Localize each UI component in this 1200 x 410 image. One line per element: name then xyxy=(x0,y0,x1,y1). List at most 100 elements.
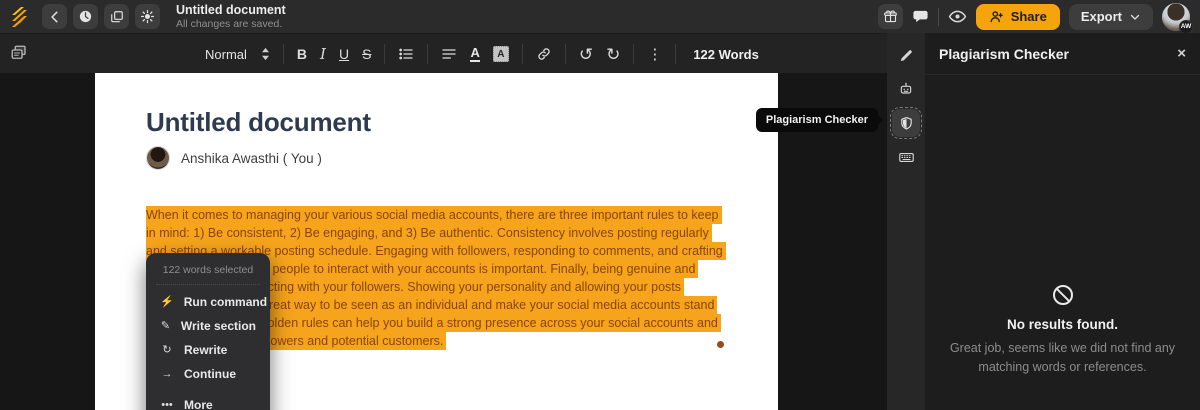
eye-icon xyxy=(948,7,967,26)
list-button[interactable] xyxy=(398,46,414,62)
comments-button[interactable] xyxy=(912,8,929,25)
comment-marker-dot[interactable] xyxy=(717,341,724,348)
menu-item-label: Write section xyxy=(181,319,256,333)
paragraph-style-value: Normal xyxy=(205,47,247,62)
menu-divider xyxy=(156,284,260,285)
share-button-label: Share xyxy=(1011,9,1047,24)
share-button[interactable]: Share xyxy=(976,4,1060,30)
author-avatar xyxy=(146,146,170,170)
underline-button[interactable]: U xyxy=(339,46,349,62)
empty-state: No results found. Great job, seems like … xyxy=(925,283,1200,377)
topbar-divider xyxy=(938,8,939,26)
undo-icon: ↺ xyxy=(579,46,593,63)
lightning-icon: ⚡ xyxy=(160,297,174,308)
selection-count-label: 122 words selected xyxy=(146,260,270,284)
arrow-right-icon: → xyxy=(160,369,174,380)
plagiarism-panel: Plagiarism Checker × No results found. G… xyxy=(925,33,1200,410)
selection-menu-item[interactable]: ••• More xyxy=(146,393,270,410)
avatar-initials-badge: AW xyxy=(1179,20,1193,34)
pencil-icon: ✎ xyxy=(160,321,171,332)
chat-bubble-icon xyxy=(912,8,929,25)
menu-item-label: Continue xyxy=(184,367,236,381)
topbar: Untitled document All changes are saved. xyxy=(0,0,1200,33)
shortcuts-button[interactable] xyxy=(892,143,920,171)
preview-button[interactable] xyxy=(948,7,967,26)
bullet-list-icon xyxy=(398,46,414,62)
copy-pages-icon xyxy=(110,10,124,24)
document-meta: Untitled document All changes are saved. xyxy=(176,3,286,30)
toolbar-divider xyxy=(384,44,385,64)
pencil-icon xyxy=(899,48,914,63)
align-button[interactable] xyxy=(441,46,457,62)
plagiarism-checker-button[interactable] xyxy=(892,109,920,137)
panel-title: Plagiarism Checker xyxy=(939,46,1069,62)
selection-menu-item[interactable]: ✎ Write section xyxy=(146,314,270,338)
app-window: Untitled document All changes are saved. xyxy=(0,0,1200,410)
link-icon xyxy=(536,46,552,62)
selection-menu-item[interactable]: → Continue xyxy=(146,362,270,386)
chevron-left-icon xyxy=(48,10,62,24)
chevron-down-icon xyxy=(1129,11,1141,23)
text-color-button[interactable]: A xyxy=(470,46,479,62)
simplified-logo-icon[interactable] xyxy=(8,5,30,29)
doc-text-line[interactable]: in mind: 1) Be consistent, 2) Be engagin… xyxy=(146,224,726,242)
more-options-button[interactable]: ⋮ xyxy=(647,45,662,63)
document-title[interactable]: Untitled document xyxy=(146,107,371,138)
person-plus-icon xyxy=(989,9,1004,24)
paragraph-style-select[interactable]: Normal xyxy=(205,47,270,62)
kebab-icon: ⋮ xyxy=(647,45,662,63)
toolbar-divider xyxy=(427,44,428,64)
no-results-icon xyxy=(925,283,1200,307)
ai-assistant-button[interactable] xyxy=(892,75,920,103)
selection-menu: 122 words selected ⚡ Run command ✎ Write… xyxy=(146,253,270,410)
highlight-button[interactable]: A xyxy=(493,46,509,62)
bold-button[interactable]: B xyxy=(297,46,307,62)
italic-button[interactable]: I xyxy=(320,45,326,63)
toolbar-divider xyxy=(283,44,284,64)
empty-state-title: No results found. xyxy=(925,317,1200,332)
selection-menu-item[interactable]: ⚡ Run command xyxy=(146,290,270,314)
pages-icon xyxy=(10,44,28,62)
toolbar-divider xyxy=(675,44,676,64)
toolbar-divider xyxy=(565,44,566,64)
pages-panel-button[interactable] xyxy=(10,44,28,67)
link-button[interactable] xyxy=(536,46,552,62)
history-button[interactable] xyxy=(73,4,98,29)
toolbar-divider xyxy=(633,44,634,64)
highlight-icon: A xyxy=(493,46,509,62)
empty-state-subtitle: Great job, seems like we did not find an… xyxy=(944,339,1182,377)
strikethrough-button[interactable]: S xyxy=(362,46,371,62)
panel-header: Plagiarism Checker × xyxy=(925,33,1200,75)
topbar-document-title: Untitled document xyxy=(176,3,286,17)
menu-item-label: Run command xyxy=(184,295,267,309)
up-down-arrows-icon xyxy=(261,47,270,61)
topbar-right: Share Export AW xyxy=(878,3,1190,31)
rewrite-icon: ↻ xyxy=(160,345,174,356)
write-tool-button[interactable] xyxy=(892,41,920,69)
settings-button[interactable] xyxy=(135,4,160,29)
doc-text-line[interactable]: When it comes to managing your various s… xyxy=(146,206,726,224)
plagiarism-tooltip: Plagiarism Checker xyxy=(756,108,878,132)
tools-rail xyxy=(887,33,925,410)
gift-icon xyxy=(883,9,898,24)
more-dots-icon: ••• xyxy=(160,400,174,410)
selection-menu-item[interactable]: ↻ Rewrite xyxy=(146,338,270,362)
word-count[interactable]: 122 Words xyxy=(693,47,759,62)
close-icon[interactable]: × xyxy=(1177,46,1186,61)
rewards-button[interactable] xyxy=(878,4,903,29)
selection-menu-items: ⚡ Run command ✎ Write section ↻ Rewrite … xyxy=(146,290,270,410)
user-avatar[interactable]: AW xyxy=(1162,3,1190,31)
editor-canvas: Untitled document Anshika Awasthi ( You … xyxy=(0,73,887,410)
align-left-icon xyxy=(441,46,457,62)
author-name: Anshika Awasthi ( You ) xyxy=(181,151,322,166)
back-button[interactable] xyxy=(42,4,67,29)
clock-icon xyxy=(78,9,93,24)
duplicate-button[interactable] xyxy=(104,4,129,29)
robot-icon xyxy=(898,81,914,97)
redo-button[interactable]: ↻ xyxy=(606,46,620,63)
highlighted-text: When it comes to managing your various s… xyxy=(146,206,722,224)
format-toolbar: Normal B I U S xyxy=(0,33,887,73)
export-button[interactable]: Export xyxy=(1069,4,1153,30)
undo-button[interactable]: ↺ xyxy=(579,46,593,63)
redo-icon: ↻ xyxy=(606,46,620,63)
